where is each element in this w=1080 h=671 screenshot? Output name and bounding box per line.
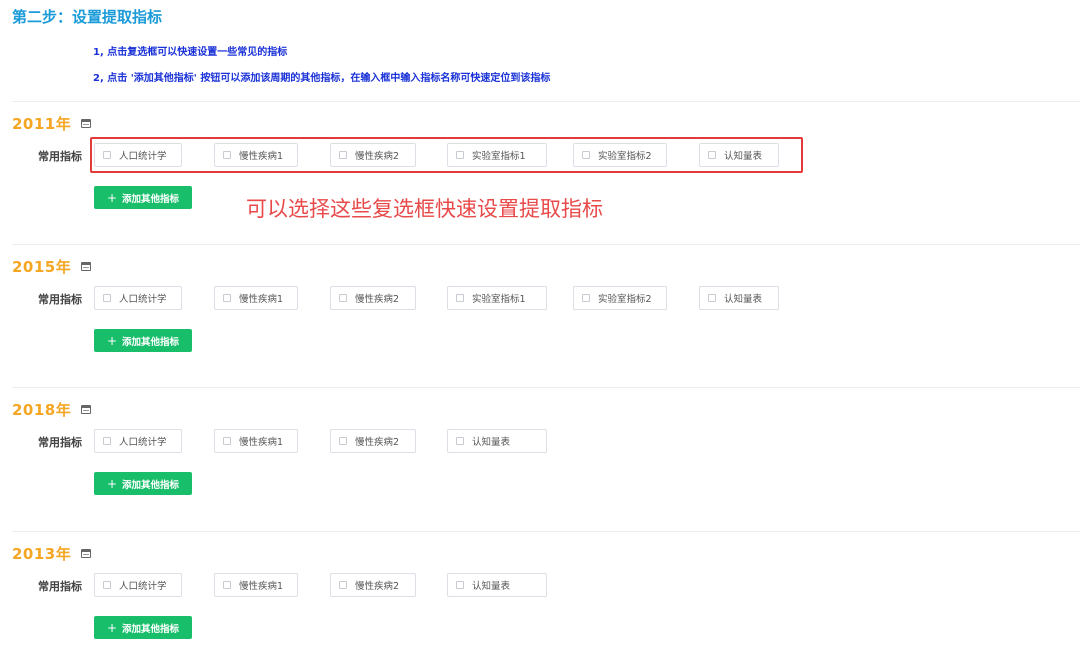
add-button-label: 添加其他指标: [122, 623, 180, 635]
indicator-checkbox[interactable]: 慢性疾病1: [214, 286, 298, 310]
calendar-icon[interactable]: [81, 549, 92, 558]
indicator-label: 慢性疾病2: [355, 581, 400, 592]
add-button-label: 添加其他指标: [122, 336, 180, 348]
checkbox-square-icon[interactable]: [339, 437, 347, 445]
indicator-checkbox[interactable]: 实验室指标2: [573, 286, 667, 310]
indicator-label: 认知量表: [472, 437, 511, 448]
add-button-label: 添加其他指标: [122, 479, 180, 491]
indicator-label: 实验室指标2: [598, 294, 652, 305]
plus-icon: +: [106, 620, 118, 635]
indicator-checkbox[interactable]: 认知量表: [699, 286, 779, 310]
checkbox-square-icon[interactable]: [339, 294, 347, 302]
instruction-1: 1, 点击复选框可以快速设置一些常见的指标: [93, 47, 288, 58]
checkbox-square-icon[interactable]: [223, 294, 231, 302]
indicator-label: 慢性疾病1: [239, 581, 284, 592]
indicator-checkbox[interactable]: 慢性疾病2: [330, 429, 416, 453]
plus-icon: +: [106, 476, 118, 491]
indicator-label: 慢性疾病1: [239, 294, 284, 305]
add-button-label: 添加其他指标: [122, 193, 180, 205]
indicator-checkbox[interactable]: 人口统计学: [94, 429, 182, 453]
indicator-label: 认知量表: [472, 581, 511, 592]
checkbox-square-icon[interactable]: [582, 294, 590, 302]
checkbox-square-icon[interactable]: [223, 437, 231, 445]
year-label: 2018年: [12, 401, 72, 419]
indicator-checkbox[interactable]: 慢性疾病1: [214, 429, 298, 453]
common-indicators-label: 常用指标: [38, 580, 82, 593]
year-header: 2011年: [12, 113, 92, 134]
plus-icon: +: [106, 333, 118, 348]
common-indicators-label: 常用指标: [38, 436, 82, 449]
common-indicators-label: 常用指标: [38, 150, 82, 163]
calendar-icon[interactable]: [81, 262, 92, 271]
checkbox-square-icon[interactable]: [339, 581, 347, 589]
indicator-checkbox[interactable]: 认知量表: [447, 573, 547, 597]
indicator-label: 人口统计学: [119, 437, 167, 448]
checkbox-square-icon[interactable]: [456, 294, 464, 302]
section-divider: [12, 387, 1080, 388]
section-divider: [12, 101, 1080, 102]
checkbox-square-icon[interactable]: [708, 294, 716, 302]
indicator-checkbox[interactable]: 慢性疾病2: [330, 286, 416, 310]
add-other-indicator-button[interactable]: + 添加其他指标: [94, 616, 192, 639]
year-label: 2011年: [12, 115, 72, 133]
checkbox-square-icon[interactable]: [456, 581, 464, 589]
indicator-label: 人口统计学: [119, 581, 167, 592]
add-other-indicator-button[interactable]: + 添加其他指标: [94, 329, 192, 352]
indicator-label: 慢性疾病2: [355, 437, 400, 448]
add-other-indicator-button[interactable]: + 添加其他指标: [94, 472, 192, 495]
step-title: 第二步：设置提取指标: [12, 8, 163, 26]
indicator-checkbox[interactable]: 人口统计学: [94, 286, 182, 310]
checkbox-square-icon[interactable]: [456, 437, 464, 445]
year-header: 2013年: [12, 543, 92, 564]
year-header: 2015年: [12, 256, 92, 277]
calendar-icon[interactable]: [81, 405, 92, 414]
add-other-indicator-button[interactable]: + 添加其他指标: [94, 186, 192, 209]
year-label: 2015年: [12, 258, 72, 276]
indicator-label: 慢性疾病2: [355, 294, 400, 305]
section-divider: [12, 531, 1080, 532]
indicator-label: 实验室指标1: [472, 294, 526, 305]
checkbox-square-icon[interactable]: [103, 581, 111, 589]
indicator-label: 慢性疾病1: [239, 437, 284, 448]
indicator-checkbox[interactable]: 慢性疾病1: [214, 573, 298, 597]
checkbox-square-icon[interactable]: [103, 294, 111, 302]
instruction-2: 2, 点击 '添加其他指标' 按钮可以添加该周期的其他指标，在输入框中输入指标名…: [93, 73, 551, 84]
annotation-text: 可以选择这些复选框快速设置提取指标: [246, 197, 603, 221]
indicator-label: 人口统计学: [119, 294, 167, 305]
indicator-checkbox[interactable]: 实验室指标1: [447, 286, 547, 310]
year-label: 2013年: [12, 545, 72, 563]
calendar-icon[interactable]: [81, 119, 92, 128]
indicator-checkbox[interactable]: 慢性疾病2: [330, 573, 416, 597]
indicator-checkbox[interactable]: 人口统计学: [94, 573, 182, 597]
checkbox-square-icon[interactable]: [223, 581, 231, 589]
year-header: 2018年: [12, 399, 92, 420]
common-indicators-label: 常用指标: [38, 293, 82, 306]
section-divider: [12, 244, 1080, 245]
plus-icon: +: [106, 190, 118, 205]
indicator-label: 认知量表: [724, 294, 763, 305]
indicator-checkbox[interactable]: 认知量表: [447, 429, 547, 453]
highlight-box: [90, 137, 803, 173]
checkbox-square-icon[interactable]: [103, 437, 111, 445]
